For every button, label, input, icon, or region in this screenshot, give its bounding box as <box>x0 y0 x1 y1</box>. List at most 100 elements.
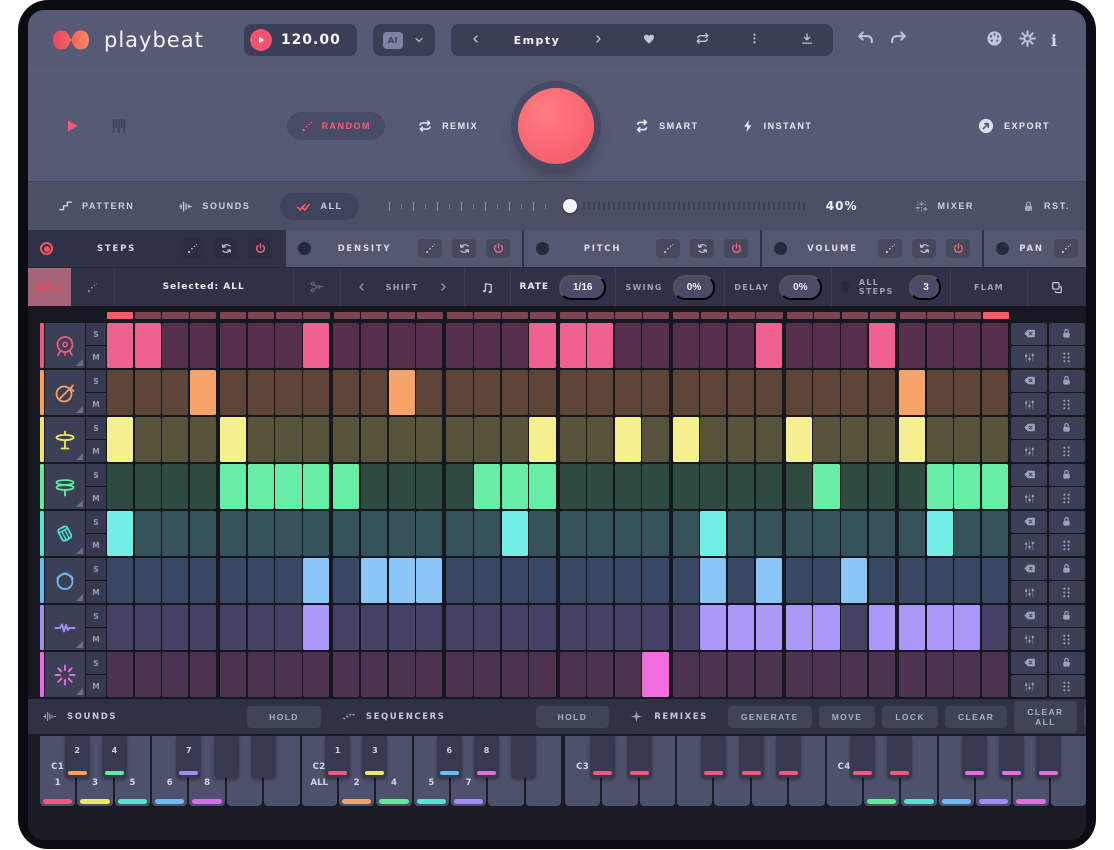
step-cell-23[interactable] <box>728 605 754 650</box>
step-cell-32[interactable] <box>982 370 1008 415</box>
step-cell-9[interactable] <box>333 558 359 603</box>
step-cell-25[interactable] <box>786 464 812 509</box>
step-cell-25[interactable] <box>786 605 812 650</box>
step-cell-24[interactable] <box>756 652 782 697</box>
left-black-key-8[interactable]: 8 <box>474 736 499 778</box>
progress-segment[interactable] <box>248 312 274 319</box>
step-cell-19[interactable] <box>615 417 641 462</box>
step-cell-30[interactable] <box>927 417 953 462</box>
left-black-key-5[interactable] <box>214 736 239 778</box>
step-cell-23[interactable] <box>728 370 754 415</box>
progress-segment[interactable] <box>135 312 161 319</box>
randomize-steps-button[interactable] <box>180 239 204 258</box>
drag-track-handle[interactable] <box>1049 440 1085 462</box>
main-generate-knob[interactable] <box>518 88 594 164</box>
shift-left-button[interactable] <box>350 280 374 294</box>
step-cell-32[interactable] <box>982 323 1008 368</box>
progress-segment[interactable] <box>842 312 868 319</box>
step-cell-7[interactable] <box>275 417 301 462</box>
step-cell-25[interactable] <box>786 558 812 603</box>
step-cell-10[interactable] <box>361 464 387 509</box>
instant-button[interactable]: INSTANT <box>735 118 819 134</box>
step-cell-5[interactable] <box>220 605 246 650</box>
preset-next-button[interactable] <box>585 33 611 48</box>
progress-segment[interactable] <box>361 312 387 319</box>
step-cell-6[interactable] <box>248 323 274 368</box>
step-cell-16[interactable] <box>529 558 555 603</box>
step-cell-2[interactable] <box>135 417 161 462</box>
step-cell-21[interactable] <box>673 652 699 697</box>
step-cell-8[interactable] <box>303 605 329 650</box>
lock-button[interactable]: LOCK <box>882 706 938 728</box>
step-cell-24[interactable] <box>756 417 782 462</box>
step-cell-3[interactable] <box>162 652 188 697</box>
expand-corner-icon[interactable] <box>76 453 83 460</box>
step-cell-20[interactable] <box>642 323 668 368</box>
undo-button[interactable] <box>849 29 882 51</box>
step-cell-15[interactable] <box>502 558 528 603</box>
step-cell-14[interactable] <box>474 511 500 556</box>
step-cell-20[interactable] <box>642 511 668 556</box>
step-cell-4[interactable] <box>190 652 216 697</box>
step-cell-21[interactable] <box>673 323 699 368</box>
step-cell-11[interactable] <box>389 558 415 603</box>
step-cell-5[interactable] <box>220 370 246 415</box>
power-volume-button[interactable] <box>946 239 970 258</box>
mute-button[interactable]: M <box>86 534 106 556</box>
step-cell-18[interactable] <box>587 652 613 697</box>
pattern-progress-bar[interactable] <box>107 312 1009 319</box>
step-cell-31[interactable] <box>954 652 980 697</box>
step-cell-1[interactable] <box>107 605 133 650</box>
left-black-key-6[interactable] <box>251 736 276 778</box>
lock-track-button[interactable] <box>1049 511 1085 533</box>
progress-segment[interactable] <box>474 312 500 319</box>
step-cell-5[interactable] <box>220 464 246 509</box>
step-cell-28[interactable] <box>869 652 895 697</box>
step-cell-16[interactable] <box>529 370 555 415</box>
step-cell-11[interactable] <box>389 605 415 650</box>
step-cell-29[interactable] <box>899 464 925 509</box>
generate-button[interactable]: GENERATE <box>728 706 812 728</box>
step-cell-9[interactable] <box>333 652 359 697</box>
solo-button[interactable]: S <box>86 558 106 580</box>
expand-corner-icon[interactable] <box>76 641 83 648</box>
step-cell-27[interactable] <box>841 323 867 368</box>
progress-segment[interactable] <box>417 312 443 319</box>
step-cell-19[interactable] <box>615 652 641 697</box>
randomize-pitch-button[interactable] <box>656 239 680 258</box>
step-cell-2[interactable] <box>135 511 161 556</box>
step-cell-3[interactable] <box>162 605 188 650</box>
keyboard-mode-button[interactable] <box>104 116 134 136</box>
step-cell-20[interactable] <box>642 370 668 415</box>
solo-button[interactable]: S <box>86 605 106 627</box>
step-cell-15[interactable] <box>502 464 528 509</box>
progress-segment[interactable] <box>276 312 302 319</box>
step-cell-5[interactable] <box>220 558 246 603</box>
progress-segment[interactable] <box>729 312 755 319</box>
step-cell-21[interactable] <box>673 417 699 462</box>
progress-segment[interactable] <box>530 312 556 319</box>
step-cell-7[interactable] <box>275 558 301 603</box>
step-cell-12[interactable] <box>416 464 442 509</box>
progress-segment[interactable] <box>588 312 614 319</box>
step-cell-16[interactable] <box>529 605 555 650</box>
step-cell-5[interactable] <box>220 323 246 368</box>
step-cell-26[interactable] <box>813 558 839 603</box>
step-cell-16[interactable] <box>529 417 555 462</box>
step-cell-15[interactable] <box>502 417 528 462</box>
drag-track-handle[interactable] <box>1049 628 1085 650</box>
save-preset-button[interactable] <box>793 32 821 49</box>
track-snare-cell[interactable] <box>45 370 85 415</box>
left-black-key-2[interactable]: 2 <box>65 736 90 778</box>
step-cell-4[interactable] <box>190 558 216 603</box>
step-cell-6[interactable] <box>248 605 274 650</box>
step-cell-29[interactable] <box>899 417 925 462</box>
step-cell-21[interactable] <box>673 370 699 415</box>
right-black-key-1[interactable] <box>590 736 615 778</box>
step-cell-28[interactable] <box>869 605 895 650</box>
reset-volume-button[interactable] <box>912 239 936 258</box>
lock-track-button[interactable] <box>1049 605 1085 627</box>
clear-all-button[interactable]: CLEAR ALL <box>1014 701 1076 733</box>
step-cell-12[interactable] <box>416 511 442 556</box>
tab-indicator-icon[interactable] <box>774 242 787 255</box>
